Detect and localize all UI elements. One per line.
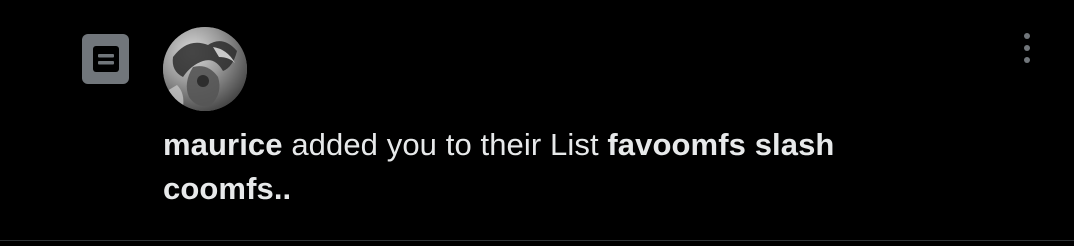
list-icon [82,34,129,84]
divider [0,240,1074,241]
more-vertical-icon-dot [1024,45,1030,51]
notification-item[interactable]: maurice added you to their List favoomfs… [0,0,1074,240]
notification-message: maurice added you to their List favoomfs… [163,123,953,211]
list-glyph [92,46,119,72]
avatar-image [163,27,247,111]
more-vertical-icon-dot [1024,57,1030,63]
more-vertical-icon [1024,33,1030,39]
more-options-button[interactable] [1008,28,1046,68]
avatar[interactable] [163,27,247,111]
action-text: added you to their List [282,127,608,162]
user-name-link[interactable]: maurice [163,127,283,162]
